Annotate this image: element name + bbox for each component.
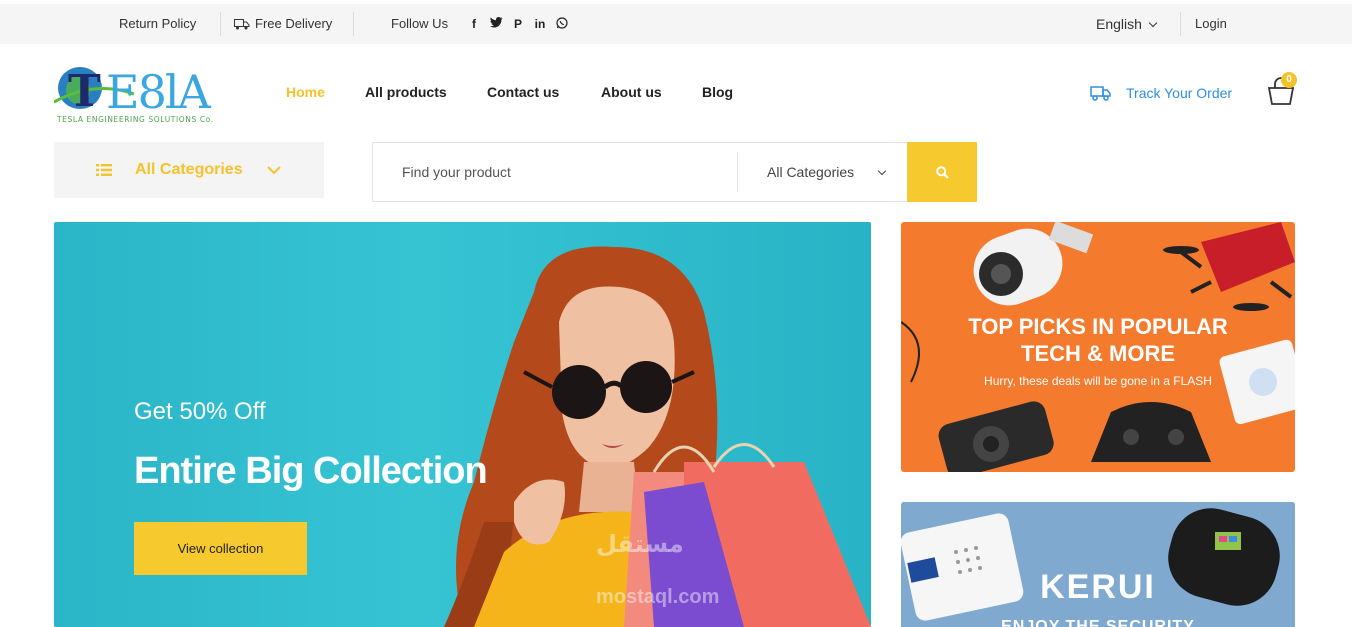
cart-count-badge: 0 <box>1281 72 1297 88</box>
search-input[interactable] <box>373 143 736 201</box>
divider <box>737 152 738 192</box>
kerui-brand-text: KERUI <box>1040 568 1156 606</box>
pinterest-icon[interactable]: P <box>507 17 529 31</box>
logo[interactable]: T E8lA TESLA ENGINEERING SOLUTIONS Co. <box>54 60 236 126</box>
svg-text:E8lA: E8lA <box>106 65 212 119</box>
return-policy-link[interactable]: Return Policy <box>119 4 196 44</box>
top-bar: Return Policy Free Delivery Follow Us f … <box>0 4 1352 44</box>
watermark-latin: mostaql.com <box>596 586 720 608</box>
divider <box>220 12 221 36</box>
hero-banner: Get 50% Off Entire Big Collection View c… <box>54 222 871 627</box>
chevron-down-icon <box>267 166 281 175</box>
list-icon <box>96 164 112 176</box>
language-selector[interactable]: English <box>1096 4 1158 44</box>
all-categories-label: All Categories <box>135 161 243 178</box>
nav-contact-us[interactable]: Contact us <box>487 84 559 100</box>
security-devices-image <box>901 502 1295 627</box>
login-link[interactable]: Login <box>1195 4 1227 44</box>
category-select[interactable]: All Categories <box>767 143 854 201</box>
facebook-icon[interactable]: f <box>463 17 485 31</box>
nav-blog[interactable]: Blog <box>702 84 733 100</box>
search-button[interactable] <box>907 142 977 202</box>
nav-home[interactable]: Home <box>286 84 325 100</box>
delivery-truck-icon <box>234 19 250 30</box>
svg-text:T: T <box>68 66 101 117</box>
linkedin-icon[interactable]: in <box>529 17 551 31</box>
nav-about-us[interactable]: About us <box>601 84 662 100</box>
search-bar: All Categories <box>372 142 977 202</box>
chevron-down-icon <box>877 166 887 176</box>
whatsapp-icon[interactable] <box>551 16 573 32</box>
woman-with-shopping-bags-image <box>444 246 871 627</box>
divider <box>353 12 354 36</box>
language-label: English <box>1096 16 1142 32</box>
view-collection-button[interactable]: View collection <box>134 522 307 575</box>
free-delivery-link[interactable]: Free Delivery <box>234 4 332 44</box>
follow-us-label: Follow Us <box>391 16 449 31</box>
twitter-icon[interactable] <box>485 17 507 31</box>
watermark-arabic: مستقل <box>596 531 684 558</box>
tech-picks-banner[interactable]: TOP PICKS IN POPULAR TECH & MORE Hurry, … <box>901 222 1295 472</box>
hero-subtitle: Get 50% Off <box>134 398 266 425</box>
social-links: f P in <box>463 4 573 44</box>
svg-text:TESLA ENGINEERING SOLUTIONS Co: TESLA ENGINEERING SOLUTIONS Co. <box>56 115 214 124</box>
nav-all-products[interactable]: All products <box>365 84 447 100</box>
chevron-down-icon <box>1148 18 1158 28</box>
banner-subtext: Hurry, these deals will be gone in a FLA… <box>984 374 1212 388</box>
free-delivery-label: Free Delivery <box>255 16 333 31</box>
hero-title: Entire Big Collection <box>134 450 488 492</box>
delivery-truck-icon <box>1090 86 1111 101</box>
track-order-label: Track Your Order <box>1126 85 1233 101</box>
kerui-tagline: ENJOY THE SECURITY <box>1001 618 1195 627</box>
banner-heading-line1: TOP PICKS IN POPULAR <box>968 314 1228 339</box>
kerui-security-banner[interactable]: KERUI ENJOY THE SECURITY <box>901 502 1295 627</box>
divider <box>1180 12 1181 36</box>
search-icon <box>935 165 949 179</box>
banner-heading-line2: TECH & MORE <box>1021 341 1175 366</box>
track-order-link[interactable]: Track Your Order <box>1090 84 1232 102</box>
all-categories-button[interactable]: All Categories <box>54 142 324 198</box>
